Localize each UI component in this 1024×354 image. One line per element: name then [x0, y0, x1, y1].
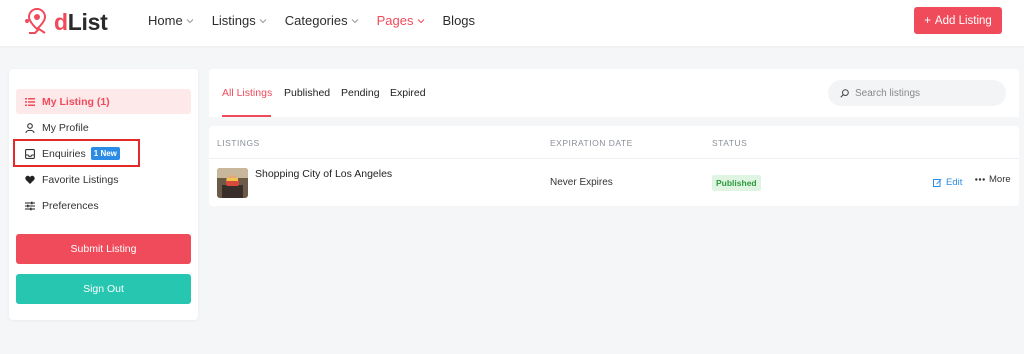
plus-icon: + [924, 14, 931, 27]
logo-text: List [67, 8, 108, 35]
nav-pages[interactable]: Pages [377, 13, 425, 28]
nav-listings-label: Listings [211, 13, 256, 28]
search-placeholder: Search listings [855, 87, 921, 99]
search-input[interactable]: Search listings [828, 80, 1006, 106]
add-listing-label: Add Listing [934, 14, 992, 27]
sidebar-item-label: Preferences [42, 199, 99, 212]
nav-listings[interactable]: Listings [212, 13, 267, 28]
more-label: More [989, 174, 1011, 185]
more-dots-icon [975, 178, 985, 181]
listings-table: LISTINGS EXPIRATION DATE STATUS Shopping… [209, 126, 1019, 206]
edit-icon [933, 179, 942, 187]
nav-categories[interactable]: Categories [285, 13, 359, 28]
sidebar-item-label: My Listing (1) [42, 95, 110, 108]
tab-expired[interactable]: Expired [390, 87, 426, 99]
more-actions-button[interactable]: More [975, 174, 1011, 185]
main-nav: Home Listings Categories Pages Blogs [148, 13, 475, 28]
chevron-down-icon [417, 18, 424, 23]
table-divider [209, 158, 1019, 159]
logo[interactable]: dList [25, 7, 108, 37]
sidebar-item-my-profile[interactable]: My Profile [16, 115, 191, 140]
sidebar-item-favorite-listings[interactable]: Favorite Listings [16, 167, 191, 192]
sidebar-item-label: Favorite Listings [42, 173, 119, 186]
tab-pending[interactable]: Pending [341, 87, 380, 99]
annotation-highlight-box [13, 139, 140, 167]
sidebar-item-label: My Profile [42, 121, 89, 134]
edit-label: Edit [946, 177, 963, 188]
listing-title-link[interactable]: Shopping City of Los Angeles [255, 168, 392, 180]
expiration-date: Never Expires [550, 177, 613, 188]
column-header-status: STATUS [712, 138, 748, 148]
submit-listing-button[interactable]: Submit Listing [16, 234, 191, 264]
nav-blogs[interactable]: Blogs [443, 13, 476, 28]
nav-pages-label: Pages [376, 13, 414, 28]
heart-icon [25, 175, 35, 185]
column-header-listings: LISTINGS [217, 138, 260, 148]
logo-letter: d [54, 8, 68, 35]
search-icon [840, 88, 849, 98]
add-listing-button[interactable]: + Add Listing [914, 7, 1002, 34]
tab-published[interactable]: Published [284, 87, 330, 99]
dashboard-sidebar: My Listing (1) My Profile Enquiries 1 Ne… [9, 69, 198, 320]
chevron-down-icon [259, 18, 267, 23]
column-header-expiration-date: EXPIRATION DATE [550, 138, 633, 148]
sign-out-button[interactable]: Sign Out [16, 274, 191, 304]
sliders-icon [25, 201, 35, 211]
chevron-down-icon [186, 18, 194, 23]
sidebar-item-my-listing[interactable]: My Listing (1) [16, 89, 191, 114]
listing-tabs-panel: All Listings Published Pending Expired S… [209, 69, 1019, 117]
chevron-down-icon [351, 18, 358, 23]
edit-button[interactable]: Edit [933, 177, 962, 188]
status-badge: Published [712, 175, 761, 191]
tab-all-listings[interactable]: All Listings [222, 87, 272, 99]
active-tab-indicator [222, 115, 271, 117]
nav-categories-label: Categories [284, 13, 348, 28]
nav-home[interactable]: Home [148, 13, 194, 28]
listing-thumbnail[interactable] [217, 168, 248, 198]
map-pin-logo-icon [25, 7, 49, 37]
sidebar-item-preferences[interactable]: Preferences [16, 193, 191, 218]
nav-home-label: Home [148, 13, 183, 28]
top-header: dList Home Listings Categories Pages Blo… [0, 0, 1024, 46]
user-icon [25, 122, 35, 133]
list-icon [25, 97, 35, 107]
nav-blogs-label: Blogs [442, 13, 476, 28]
